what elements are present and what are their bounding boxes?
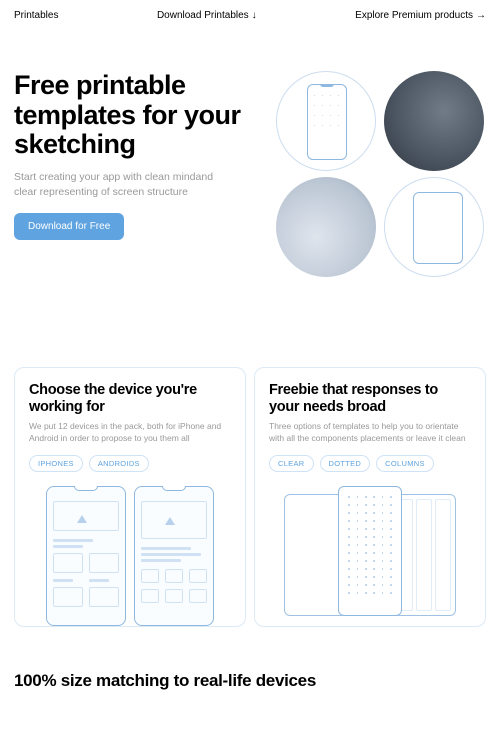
hero-title: Free printable templates for your sketch… bbox=[14, 71, 268, 160]
download-nav-label: Download Printables bbox=[157, 10, 249, 21]
card-choose-device: Choose the device you're working for We … bbox=[14, 367, 246, 627]
phone-wireframe-icon bbox=[307, 84, 347, 160]
download-free-button[interactable]: Download for Free bbox=[14, 213, 124, 240]
download-nav-link[interactable]: Download Printables ↓ bbox=[157, 10, 257, 21]
hero-circle-phone bbox=[276, 71, 376, 171]
card-tags: IPHONES ANDROIDS bbox=[29, 455, 231, 472]
card-tags: CLEAR DOTTED COLUMNS bbox=[269, 455, 471, 472]
size-matching-section: 100% size matching to real-life devices bbox=[0, 637, 500, 691]
hero-section: Free printable templates for your sketch… bbox=[0, 31, 500, 287]
hero-circle-tablet bbox=[384, 177, 484, 277]
premium-nav-label: Explore Premium products bbox=[355, 10, 473, 21]
brand-label: Printables bbox=[14, 10, 58, 21]
arrow-down-icon: ↓ bbox=[252, 10, 257, 21]
hero-subtitle: Start creating your app with clean minda… bbox=[14, 170, 214, 199]
section3-title: 100% size matching to real-life devices bbox=[14, 671, 486, 691]
sheet-dotted bbox=[338, 486, 402, 616]
hero-text: Free printable templates for your sketch… bbox=[14, 71, 268, 277]
tag-columns: COLUMNS bbox=[376, 455, 434, 472]
columns-grid-icon bbox=[397, 499, 451, 611]
tablet-wireframe-icon bbox=[413, 192, 463, 264]
dots-grid-icon bbox=[345, 493, 395, 609]
tag-clear: CLEAR bbox=[269, 455, 314, 472]
tag-androids: ANDROIDS bbox=[89, 455, 149, 472]
phone-mockup-right bbox=[134, 486, 214, 626]
card-subtitle: We put 12 devices in the pack, both for … bbox=[29, 421, 231, 445]
top-nav: Printables Download Printables ↓ Explore… bbox=[0, 0, 500, 31]
brand-link[interactable]: Printables bbox=[14, 10, 58, 21]
phone-mockup-left bbox=[46, 486, 126, 626]
arrow-right-icon: → bbox=[476, 10, 486, 21]
card-visual bbox=[269, 486, 471, 616]
card-title: Choose the device you're working for bbox=[29, 382, 231, 415]
features-row: Choose the device you're working for We … bbox=[0, 287, 500, 637]
premium-nav-link[interactable]: Explore Premium products → bbox=[355, 10, 486, 21]
tag-iphones: IPHONES bbox=[29, 455, 83, 472]
card-subtitle: Three options of templates to help you t… bbox=[269, 421, 471, 445]
hero-circle-hand-sketching bbox=[384, 71, 484, 171]
card-visual bbox=[29, 486, 231, 626]
card-freebie: Freebie that responses to your needs bro… bbox=[254, 367, 486, 627]
tag-dotted: DOTTED bbox=[320, 455, 371, 472]
hero-images bbox=[276, 71, 486, 277]
hero-circle-desk-sketching bbox=[276, 177, 376, 277]
card-title: Freebie that responses to your needs bro… bbox=[269, 382, 471, 415]
